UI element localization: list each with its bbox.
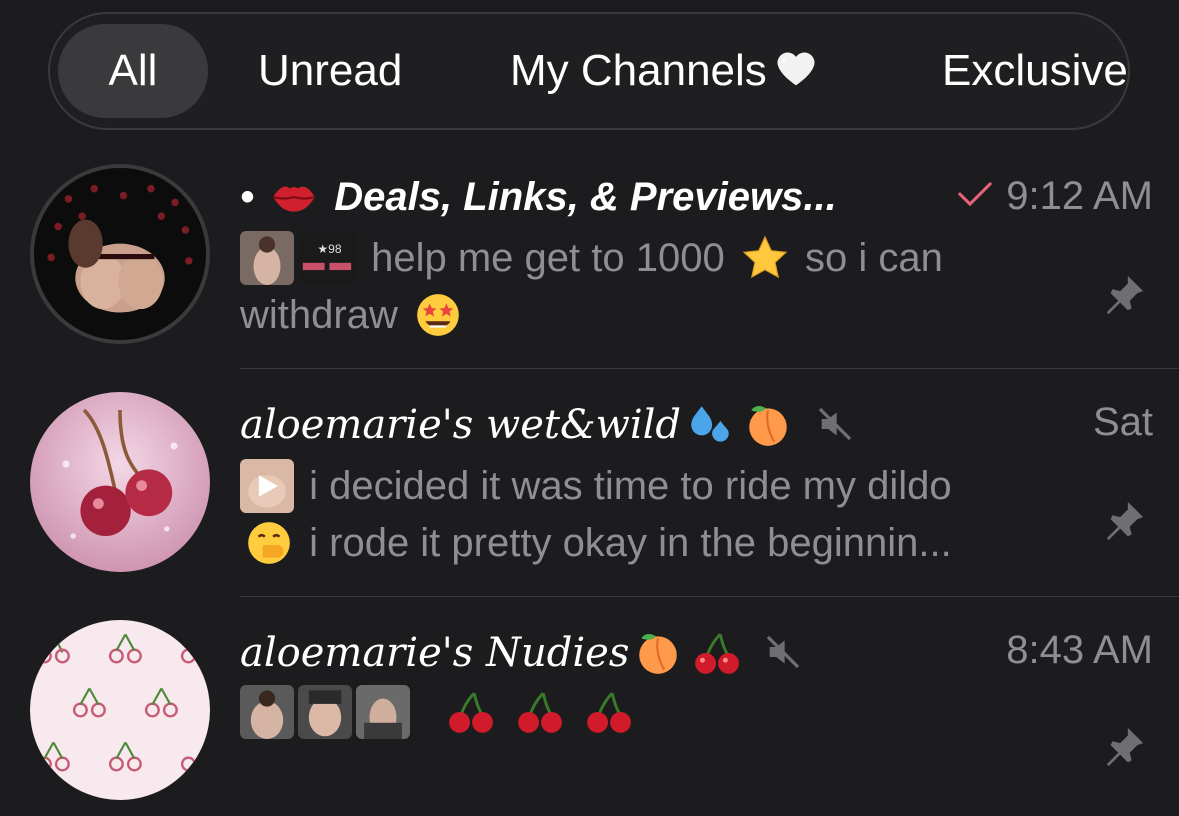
peach-icon xyxy=(633,628,683,678)
cherries-icon xyxy=(583,687,633,737)
chat-preview: ★98 help me get to 1000 so i can withdra… xyxy=(240,230,1059,344)
chat-title-text: Deals, Links, & Previews... xyxy=(334,175,837,219)
muted-icon xyxy=(815,404,855,444)
chat-time: Sat xyxy=(1092,400,1153,444)
tab-exclusive[interactable]: Exclusive xyxy=(942,24,1128,118)
cherries-icon xyxy=(691,628,741,678)
chat-title: aloemarie's Nudies xyxy=(240,628,803,678)
preview-text-3: withdraw xyxy=(240,293,398,337)
chat-time-text: 9:12 AM xyxy=(1006,174,1153,218)
photo-thumbnail xyxy=(356,685,410,739)
tab-my-channels[interactable]: My Channels xyxy=(510,24,819,118)
avatar xyxy=(30,392,210,572)
photo-thumbnail xyxy=(298,685,352,739)
screenshot-thumbnail: ★98 xyxy=(298,231,356,285)
sweat-droplets-icon xyxy=(685,400,735,450)
chat-title-text: aloemarie's wet&wild xyxy=(240,402,682,448)
chat-title-text: aloemarie's Nudies xyxy=(240,630,630,676)
pin-icon xyxy=(1101,498,1147,544)
avatar xyxy=(30,164,210,344)
chat-title: aloemarie's wet&wild xyxy=(240,400,855,450)
photo-thumbnail xyxy=(240,231,294,285)
photo-thumbnail xyxy=(240,685,294,739)
hand-over-mouth-icon xyxy=(244,518,294,568)
divider xyxy=(240,596,1179,597)
preview-text-2: i rode it pretty okay in the beginnin... xyxy=(309,521,952,565)
chat-title: • Deals, Links, & Previews... xyxy=(240,172,837,222)
kiss-lips-icon xyxy=(269,172,319,222)
chat-row-wet-wild[interactable]: aloemarie's wet&wild Sat i decided it wa… xyxy=(0,370,1179,595)
cherries-icon xyxy=(514,687,564,737)
tab-all[interactable]: All xyxy=(58,24,208,118)
star-struck-icon xyxy=(413,290,463,340)
video-thumbnail xyxy=(240,459,294,513)
tab-unread[interactable]: Unread xyxy=(258,24,402,118)
chat-preview: i decided it was time to ride my dildo i… xyxy=(240,458,1059,572)
preview-text-1: i decided it was time to ride my dildo xyxy=(309,464,952,508)
chat-preview xyxy=(240,684,1059,741)
pin-icon xyxy=(1101,272,1147,318)
chat-time: 8:43 AM xyxy=(1006,628,1153,672)
pin-icon xyxy=(1101,724,1147,770)
preview-text-2: so i can xyxy=(804,236,943,280)
white-heart-icon xyxy=(773,45,819,91)
chat-row-deals[interactable]: • Deals, Links, & Previews... 9:12 AM ★9… xyxy=(0,160,1179,368)
avatar xyxy=(30,620,210,800)
svg-text:★98: ★98 xyxy=(317,242,342,256)
muted-icon xyxy=(763,632,803,672)
title-dot: • xyxy=(240,175,255,219)
star-icon xyxy=(740,233,790,283)
preview-text-1: help me get to 1000 xyxy=(371,236,725,280)
divider xyxy=(240,368,1179,369)
chat-time: 9:12 AM xyxy=(956,174,1153,219)
tab-my-channels-label: My Channels xyxy=(510,46,767,95)
read-check-icon xyxy=(956,181,994,207)
filter-tabs: All Unread My Channels Exclusive xyxy=(48,12,1130,130)
peach-icon xyxy=(743,400,793,450)
chat-row-nudies[interactable]: aloemarie's Nudies 8:43 AM xyxy=(0,598,1179,816)
cherries-icon xyxy=(445,687,495,737)
